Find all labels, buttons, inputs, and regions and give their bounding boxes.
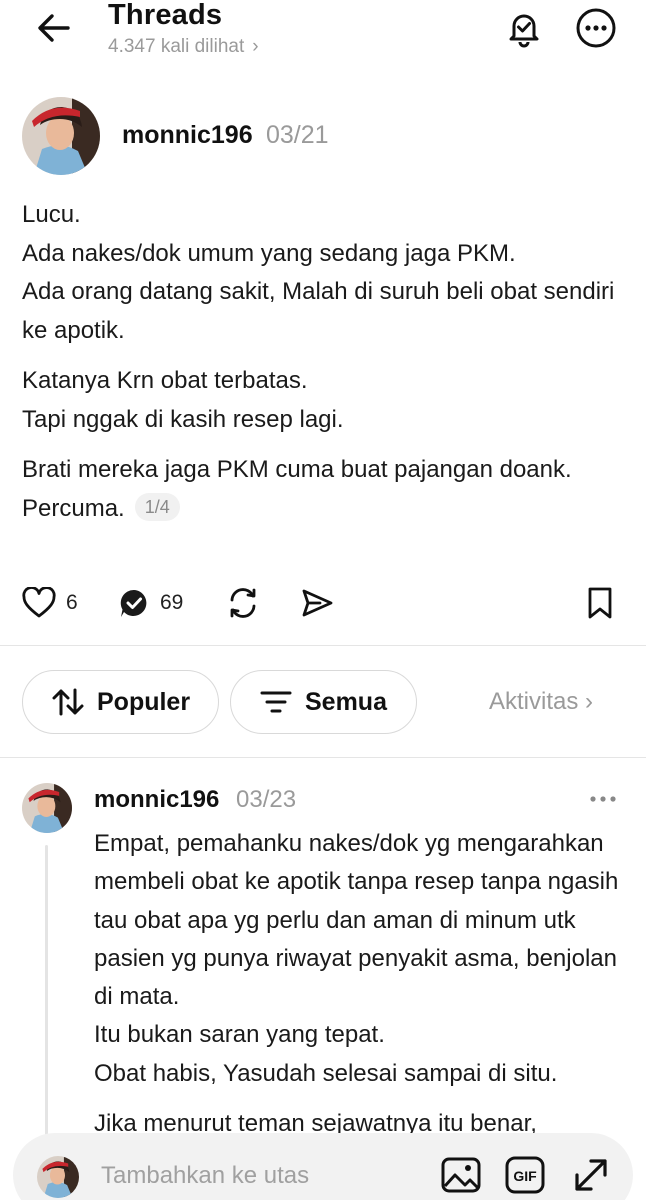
reply-more-button[interactable]: [588, 789, 618, 809]
post-author-avatar[interactable]: [22, 97, 100, 175]
back-button[interactable]: [34, 10, 74, 46]
post-line: Brati mereka jaga PKM cuma buat pajangan…: [22, 456, 572, 483]
attach-gif-button[interactable]: GIF: [503, 1153, 547, 1197]
activity-label: Aktivitas: [489, 688, 579, 715]
like-button[interactable]: 6: [22, 584, 78, 622]
post-line: Percuma.: [22, 494, 125, 522]
reply-paragraph: Empat, pemahanku nakes/dok yg mengarahka…: [94, 825, 634, 1093]
post-line: Katanya Krn obat terbatas.: [22, 367, 308, 394]
reply-bubble-check-icon: [120, 589, 147, 617]
thread-connector-line: [45, 845, 48, 1135]
expand-composer-button[interactable]: [569, 1153, 613, 1197]
post-line: Lucu.: [22, 201, 81, 228]
sort-popular-button[interactable]: Populer: [22, 670, 219, 734]
gif-icon: GIF: [505, 1156, 545, 1194]
avatar-photo: [37, 1156, 79, 1198]
bell-check-icon: [509, 14, 539, 48]
avatar-photo: [22, 783, 72, 833]
more-horizontal-icon: [590, 796, 616, 802]
heart-icon: [22, 587, 56, 618]
post-text: Lucu. Ada nakes/dok umum yang sedang jag…: [22, 196, 632, 540]
expand-diagonal-icon: [575, 1159, 607, 1191]
attach-image-button[interactable]: [439, 1153, 483, 1197]
sort-popular-label: Populer: [97, 687, 191, 716]
sort-arrows-icon: [52, 688, 84, 716]
share-button[interactable]: [300, 584, 334, 622]
filter-lines-icon: [260, 691, 292, 713]
reply-line: Itu bukan saran yang tepat.: [94, 1021, 385, 1049]
divider: [0, 645, 646, 646]
avatar-photo: [22, 97, 100, 175]
gif-label: GIF: [513, 1168, 537, 1184]
page-indicator-badge: 1/4: [134, 492, 180, 521]
image-icon: [441, 1157, 481, 1193]
reply-line: Empat, pemahanku nakes/dok yg mengarahka…: [94, 830, 619, 1011]
more-circle-icon: [576, 8, 616, 48]
reply-text: Empat, pemahanku nakes/dok yg mengarahka…: [94, 825, 634, 1155]
reply-username[interactable]: monnic196: [94, 786, 219, 814]
repost-icon: [230, 588, 256, 618]
send-icon: [302, 589, 333, 617]
reply-author-avatar[interactable]: [22, 783, 72, 833]
reply-button[interactable]: 69: [118, 584, 183, 622]
reply-input[interactable]: Tambahkan ke utas: [101, 1162, 309, 1190]
bookmark-icon: [588, 587, 612, 619]
notify-button[interactable]: [504, 8, 544, 48]
reply-composer: Tambahkan ke utas GIF: [13, 1133, 633, 1200]
reply-count: 69: [160, 591, 184, 614]
thread-screen: Threads 4.347 kali dilihat › monnic196 0…: [0, 0, 646, 1200]
post-date: 03/21: [266, 121, 329, 149]
view-count[interactable]: 4.347 kali dilihat ›: [108, 36, 259, 58]
post-line: Ada orang datang sakit, Malah di suruh b…: [22, 278, 615, 344]
post-line: Tapi nggak di kasih resep lagi.: [22, 405, 344, 433]
current-user-avatar: [37, 1156, 79, 1198]
arrow-left-icon: [38, 14, 70, 42]
reply-line: Obat habis, Yasudah selesai sampai di si…: [94, 1059, 558, 1087]
filter-all-button[interactable]: Semua: [230, 670, 417, 734]
reply-date: 03/23: [236, 786, 297, 813]
repost-button[interactable]: [226, 584, 260, 622]
chevron-right-icon: ›: [252, 36, 259, 57]
post-paragraph: Brati mereka jaga PKM cuma buat pajangan…: [22, 451, 632, 528]
bookmark-button[interactable]: [586, 584, 614, 622]
view-count-text: 4.347 kali dilihat: [108, 36, 245, 57]
like-count: 6: [66, 591, 78, 614]
post-username[interactable]: monnic196: [122, 121, 253, 150]
post-paragraph: Lucu. Ada nakes/dok umum yang sedang jag…: [22, 196, 632, 350]
post-paragraph: Katanya Krn obat terbatas. Tapi nggak di…: [22, 362, 632, 439]
top-bar: Threads 4.347 kali dilihat ›: [0, 0, 646, 66]
more-options-button[interactable]: [576, 8, 616, 48]
post-line: Ada nakes/dok umum yang sedang jaga PKM.: [22, 239, 516, 267]
divider: [0, 757, 646, 758]
filter-all-label: Semua: [305, 687, 387, 716]
chevron-right-icon: ›: [585, 688, 594, 715]
activity-link[interactable]: Aktivitas ›: [489, 688, 593, 716]
page-title: Threads: [108, 0, 223, 31]
